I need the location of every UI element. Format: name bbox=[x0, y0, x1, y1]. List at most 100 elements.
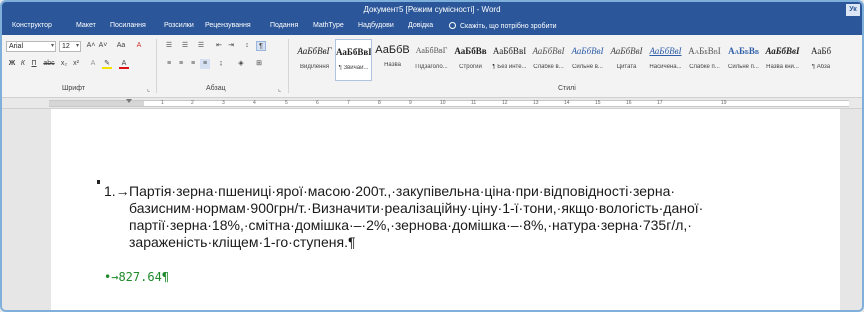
increase-indent-icon[interactable]: ⇥ bbox=[226, 41, 236, 51]
style-emphasis[interactable]: АаБбВвГ Виділення bbox=[296, 39, 333, 81]
style-sample: АаБбВвІ bbox=[610, 46, 643, 56]
tab-references[interactable]: Посилання bbox=[110, 22, 146, 29]
underline-button[interactable]: П bbox=[29, 59, 39, 69]
strikethrough-button[interactable]: abc bbox=[42, 59, 56, 69]
user-avatar[interactable]: Ук bbox=[846, 4, 860, 16]
tab-view[interactable]: Подання bbox=[270, 22, 298, 29]
style-name: ¶ Без инте... bbox=[492, 64, 527, 70]
tab-addins[interactable]: Надбудови bbox=[358, 22, 394, 29]
style-name: Підзаголо... bbox=[415, 64, 448, 70]
font-size-dropdown[interactable]: 12 ▾ bbox=[59, 41, 81, 52]
bullets-icon[interactable]: ☰ bbox=[164, 41, 174, 51]
highlight-color-icon[interactable]: ✎ bbox=[102, 59, 112, 69]
problem-text: Партія·зерна·пшениці·ярої·масою·200т.,·з… bbox=[129, 183, 704, 250]
style-name: Слабке п... bbox=[689, 64, 720, 70]
style-sample: АаБбВв bbox=[454, 46, 487, 56]
style-intense-quote[interactable]: АаБбВвІ Насичена... bbox=[647, 39, 684, 81]
group-divider bbox=[156, 39, 157, 93]
tab-help[interactable]: Довідка bbox=[408, 22, 433, 29]
subscript-button[interactable]: x₂ bbox=[59, 59, 69, 69]
ruler-number: 3 bbox=[222, 100, 225, 106]
style-subtle-emphasis[interactable]: АаБбВвІ Слабке в... bbox=[530, 39, 567, 81]
style-list-paragraph[interactable]: АаБб ¶ Абза bbox=[803, 39, 839, 81]
paragraph-dialog-launcher-icon[interactable]: ⌞ bbox=[278, 85, 281, 93]
style-normal[interactable]: АаБбВвГ ¶ Звичай... bbox=[335, 39, 372, 81]
superscript-button[interactable]: x² bbox=[71, 59, 81, 69]
borders-icon[interactable]: ⊞ bbox=[254, 59, 264, 69]
ruler-number: 5 bbox=[285, 100, 288, 106]
shading-icon[interactable]: ◈ bbox=[236, 59, 246, 69]
indent-marker-icon[interactable] bbox=[126, 99, 132, 103]
paragraph-marker bbox=[97, 180, 100, 184]
align-center-icon[interactable]: ≡ bbox=[176, 59, 186, 69]
style-intense-emphasis[interactable]: АаБбВвІ Сильне в... bbox=[569, 39, 606, 81]
numbering-icon[interactable]: ☰ bbox=[180, 41, 190, 51]
tab-review[interactable]: Рецензування bbox=[205, 22, 251, 29]
shrink-font-button[interactable]: A˅ bbox=[98, 41, 108, 51]
ruler-number: 10 bbox=[440, 100, 446, 106]
style-intense-reference[interactable]: АаБбВв Сильне п... bbox=[725, 39, 762, 81]
style-no-spacing[interactable]: АаБбВвІ ¶ Без инте... bbox=[491, 39, 528, 81]
clear-formatting-button[interactable]: A bbox=[134, 41, 144, 51]
horizontal-ruler[interactable]: 1 2 3 4 5 6 7 8 9 10 11 12 13 14 15 16 1… bbox=[49, 99, 849, 107]
font-group-label: Шрифт bbox=[62, 85, 86, 92]
justify-icon[interactable]: ≡ bbox=[200, 59, 210, 69]
italic-button[interactable]: К bbox=[18, 59, 28, 69]
grow-font-button[interactable]: A˄ bbox=[86, 41, 96, 51]
style-name: Цитата bbox=[616, 64, 637, 70]
align-right-icon[interactable]: ≡ bbox=[188, 59, 198, 69]
style-name: Сильне в... bbox=[572, 64, 603, 70]
line-spacing-icon[interactable]: ↨ bbox=[216, 59, 226, 69]
ribbon-tabs: Конструктор Макет Посилання Розсилки Рец… bbox=[2, 19, 862, 35]
font-color-icon[interactable]: A bbox=[119, 59, 129, 69]
tab-mailings[interactable]: Розсилки bbox=[164, 22, 194, 29]
style-sample: АаБбВвІ bbox=[649, 46, 682, 56]
ruler-number: 13 bbox=[533, 100, 539, 106]
style-name: ¶ Абза bbox=[811, 64, 831, 70]
paragraph-group-label: Абзац bbox=[206, 85, 226, 92]
tell-me-box[interactable]: Скажіть, що потрібно зробити bbox=[449, 22, 557, 30]
tab-mathtype[interactable]: MathType bbox=[313, 22, 344, 29]
style-title[interactable]: АаБбВ Назва bbox=[374, 39, 411, 81]
style-name: Строгий bbox=[459, 64, 482, 70]
ruler-number: 1 bbox=[161, 100, 164, 106]
answer-line[interactable]: •→827.64¶ bbox=[104, 270, 169, 284]
style-sample: АаБбВвІ bbox=[492, 46, 527, 56]
ruler-number: 4 bbox=[253, 100, 256, 106]
text-effects-icon[interactable]: A bbox=[88, 59, 98, 69]
tab-layout[interactable]: Макет bbox=[76, 22, 96, 29]
style-name: Слабке в... bbox=[533, 64, 564, 70]
style-sample: АаБбВвГ bbox=[336, 47, 371, 57]
multilevel-list-icon[interactable]: ☰ bbox=[196, 41, 206, 51]
align-left-icon[interactable]: ≡ bbox=[164, 59, 174, 69]
style-name: Назва bbox=[384, 62, 401, 68]
tab-design[interactable]: Конструктор bbox=[12, 22, 52, 29]
problem-paragraph[interactable]: 1.→ Партія·зерна·пшениці·ярої·масою·200т… bbox=[104, 183, 794, 251]
decrease-indent-icon[interactable]: ⇤ bbox=[214, 41, 224, 51]
style-subtitle[interactable]: АаБбВвГ Підзаголо... bbox=[413, 39, 450, 81]
style-name: Назва кни... bbox=[766, 64, 799, 70]
style-subtle-reference[interactable]: АаБбВвІ Слабке п... bbox=[686, 39, 723, 81]
style-name: ¶ Звичай... bbox=[338, 65, 369, 71]
ruler-number: 12 bbox=[502, 100, 508, 106]
ruler-number: 14 bbox=[564, 100, 570, 106]
sort-icon[interactable]: ↕ bbox=[242, 41, 252, 51]
style-sample: АаБбВвІ bbox=[571, 46, 604, 56]
style-quote[interactable]: АаБбВвІ Цитата bbox=[608, 39, 645, 81]
style-sample: АаБб bbox=[810, 46, 832, 56]
bold-button[interactable]: Ж bbox=[7, 59, 17, 69]
style-name: Насичена... bbox=[649, 64, 682, 70]
tell-me-text: Скажіть, що потрібно зробити bbox=[460, 23, 557, 30]
font-name-dropdown[interactable]: Arial ▾ bbox=[6, 41, 56, 52]
chevron-down-icon: ▾ bbox=[75, 43, 79, 49]
style-name: Сильне п... bbox=[728, 64, 759, 70]
style-sample: АаБбВвГ bbox=[415, 46, 448, 55]
style-book-title[interactable]: АаБбВвІ Назва кни... bbox=[764, 39, 801, 81]
font-dialog-launcher-icon[interactable]: ⌞ bbox=[147, 85, 150, 93]
show-formatting-marks-icon[interactable]: ¶ bbox=[256, 41, 266, 51]
font-size-value: 12 bbox=[62, 43, 70, 50]
change-case-button[interactable]: Aa bbox=[114, 41, 128, 51]
lightbulb-icon bbox=[449, 22, 456, 29]
ruler-number: 7 bbox=[347, 100, 350, 106]
style-strong[interactable]: АаБбВв Строгий bbox=[452, 39, 489, 81]
